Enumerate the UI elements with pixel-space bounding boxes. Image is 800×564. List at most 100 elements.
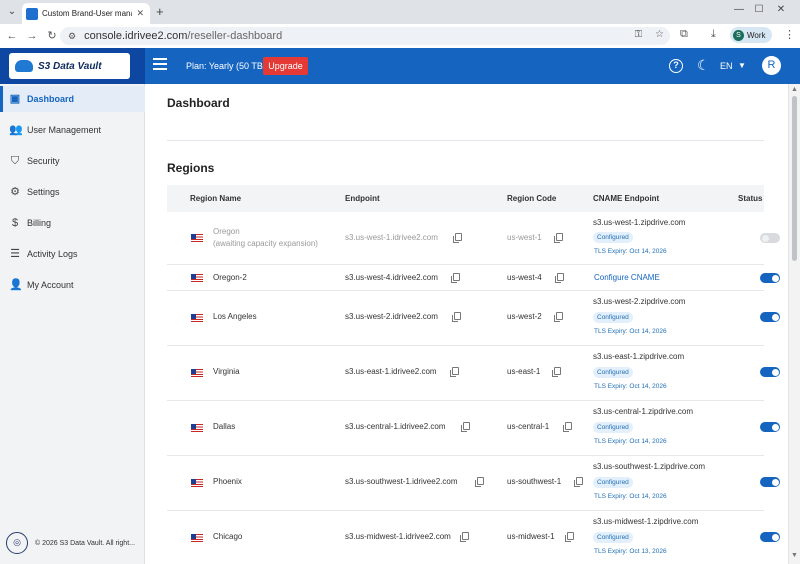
dark-mode-icon[interactable]: ☾ xyxy=(697,57,710,74)
endpoint: s3.us-east-1.idrivee2.com xyxy=(345,367,437,376)
copyright-text: © 2026 S3 Data Vault. All right... xyxy=(35,539,135,547)
column-header[interactable]: Region Name xyxy=(190,194,241,203)
sidebar-item-settings[interactable]: ⚙ Settings xyxy=(0,179,145,205)
maximize-icon[interactable]: ☐ xyxy=(752,4,766,15)
sidebar-item-user-management[interactable]: 👥 User Management xyxy=(0,117,145,143)
app-header: S3 Data Vault Plan: Yearly (50 TB) Upgra… xyxy=(0,48,800,84)
address-bar[interactable]: ⚙ console.idrivee2.com/reseller-dashboar… xyxy=(60,27,670,45)
copy-icon[interactable] xyxy=(554,312,563,322)
copy-icon[interactable] xyxy=(565,532,574,542)
forward-icon[interactable]: → xyxy=(24,28,40,44)
browser-menu-icon[interactable]: ⋮ xyxy=(784,28,795,41)
copy-icon[interactable] xyxy=(452,312,461,322)
tls-expiry: TLS Expiry: Oct 14, 2026 xyxy=(594,493,667,500)
cloud-logo-icon xyxy=(15,60,33,72)
table-row: Chicago s3.us-midwest-1.idrivee2.com us-… xyxy=(167,511,780,564)
logo-area: S3 Data Vault xyxy=(0,48,145,84)
browser-tab[interactable]: Custom Brand-User management ✕ xyxy=(22,3,150,24)
copy-icon[interactable] xyxy=(574,477,583,487)
region-name: Dallas xyxy=(213,422,236,431)
table-row: Phoenix s3.us-southwest-1.idrivee2.com u… xyxy=(167,456,780,511)
region-code: us-west-1 xyxy=(507,233,542,242)
status-toggle[interactable] xyxy=(760,477,780,487)
minimize-icon[interactable]: — xyxy=(732,4,746,15)
copy-icon[interactable] xyxy=(461,422,470,432)
copy-icon[interactable] xyxy=(563,422,572,432)
us-flag-icon xyxy=(191,314,203,322)
copy-icon[interactable] xyxy=(460,532,469,542)
users-icon: 👥 xyxy=(9,124,23,136)
cname-endpoint: s3.us-west-2.zipdrive.com xyxy=(593,297,686,306)
site-info-icon[interactable]: ⚙ xyxy=(68,31,76,42)
section-title: Regions xyxy=(167,161,215,175)
key-icon[interactable]: ⚿ xyxy=(635,29,643,40)
brand-logo[interactable]: S3 Data Vault xyxy=(9,53,130,79)
profile-button[interactable]: S Work xyxy=(730,27,772,43)
us-flag-icon xyxy=(191,534,203,542)
sidebar-item-billing[interactable]: $ Billing xyxy=(0,210,145,236)
column-header[interactable]: Region Code xyxy=(507,194,556,203)
us-flag-icon xyxy=(191,369,203,377)
reload-icon[interactable]: ↻ xyxy=(44,28,60,44)
column-header[interactable]: CNAME Endpoint xyxy=(593,194,659,203)
url-path: /reseller-dashboard xyxy=(187,30,283,42)
region-subtitle: (awaiting capacity expansion) xyxy=(213,239,318,248)
sidebar-item-my-account[interactable]: 👤 My Account xyxy=(0,272,145,298)
sidebar-footer: ◎ © 2026 S3 Data Vault. All right... xyxy=(6,532,135,554)
copy-icon[interactable] xyxy=(555,273,564,283)
sidebar-item-label: My Account xyxy=(27,280,74,290)
cname-endpoint: s3.us-midwest-1.zipdrive.com xyxy=(593,517,699,526)
tls-expiry: TLS Expiry: Oct 13, 2026 xyxy=(594,548,667,555)
back-icon[interactable]: ← xyxy=(4,28,20,44)
cname-endpoint: s3.us-west-1.zipdrive.com xyxy=(593,218,686,227)
gear-icon: ⚙ xyxy=(10,186,20,198)
extensions-icon[interactable]: ⧉ xyxy=(680,28,688,41)
language-selector[interactable]: EN xyxy=(720,61,733,71)
table-row: Virginia s3.us-east-1.idrivee2.com us-ea… xyxy=(167,346,780,401)
region-code: us-west-2 xyxy=(507,312,542,321)
sidebar-item-security[interactable]: ⛉ Security xyxy=(0,148,145,174)
status-toggle[interactable] xyxy=(760,532,780,542)
close-window-icon[interactable]: ✕ xyxy=(774,4,788,15)
status-toggle[interactable] xyxy=(760,312,780,322)
tab-search-icon[interactable]: ⌄ xyxy=(4,4,20,20)
new-tab-icon[interactable]: + xyxy=(156,4,164,19)
column-header[interactable]: Status xyxy=(738,194,762,203)
sidebar-item-label: User Management xyxy=(27,125,102,135)
user-avatar[interactable]: R xyxy=(762,56,781,75)
endpoint: s3.us-west-1.idrivee2.com xyxy=(345,233,438,242)
status-toggle[interactable] xyxy=(760,273,780,283)
copy-icon[interactable] xyxy=(475,477,484,487)
copy-icon[interactable] xyxy=(451,273,460,283)
copy-icon[interactable] xyxy=(554,233,563,243)
dashboard-icon: ▣ xyxy=(9,93,21,105)
close-tab-icon[interactable]: ✕ xyxy=(136,8,144,19)
status-badge: Configured xyxy=(593,232,633,243)
plan-label: Plan: Yearly (50 TB) xyxy=(186,61,266,71)
sidebar-item-dashboard[interactable]: ▣ Dashboard xyxy=(0,86,145,112)
copy-icon[interactable] xyxy=(552,367,561,377)
status-toggle[interactable] xyxy=(760,233,780,243)
copy-icon[interactable] xyxy=(450,367,459,377)
configure-cname-link[interactable]: Configure CNAME xyxy=(594,273,660,282)
chevron-down-icon[interactable]: ▼ xyxy=(738,61,746,70)
bookmark-star-icon[interactable]: ☆ xyxy=(655,29,664,40)
scroll-down-icon[interactable]: ▼ xyxy=(791,552,798,559)
status-toggle[interactable] xyxy=(760,367,780,377)
column-header[interactable]: Endpoint xyxy=(345,194,380,203)
download-icon[interactable]: ⤓ xyxy=(711,28,716,41)
scroll-thumb[interactable] xyxy=(792,96,797,261)
sidebar-item-activity-logs[interactable]: ☰ Activity Logs xyxy=(0,241,145,267)
page-scrollbar[interactable]: ▲ ▼ xyxy=(788,84,800,564)
help-icon[interactable]: ? xyxy=(669,59,683,73)
status-toggle[interactable] xyxy=(760,422,780,432)
copy-icon[interactable] xyxy=(453,233,462,243)
scroll-up-icon[interactable]: ▲ xyxy=(791,86,798,93)
sidebar-item-label: Security xyxy=(27,156,60,166)
main-content: Dashboard Regions Region Name Endpoint R… xyxy=(145,84,788,564)
sidebar-item-label: Billing xyxy=(27,218,52,228)
upgrade-button[interactable]: Upgrade xyxy=(263,57,308,75)
footer-logo-icon: ◎ xyxy=(6,532,28,554)
menu-toggle-icon[interactable] xyxy=(153,58,167,72)
endpoint: s3.us-west-2.idrivee2.com xyxy=(345,312,438,321)
